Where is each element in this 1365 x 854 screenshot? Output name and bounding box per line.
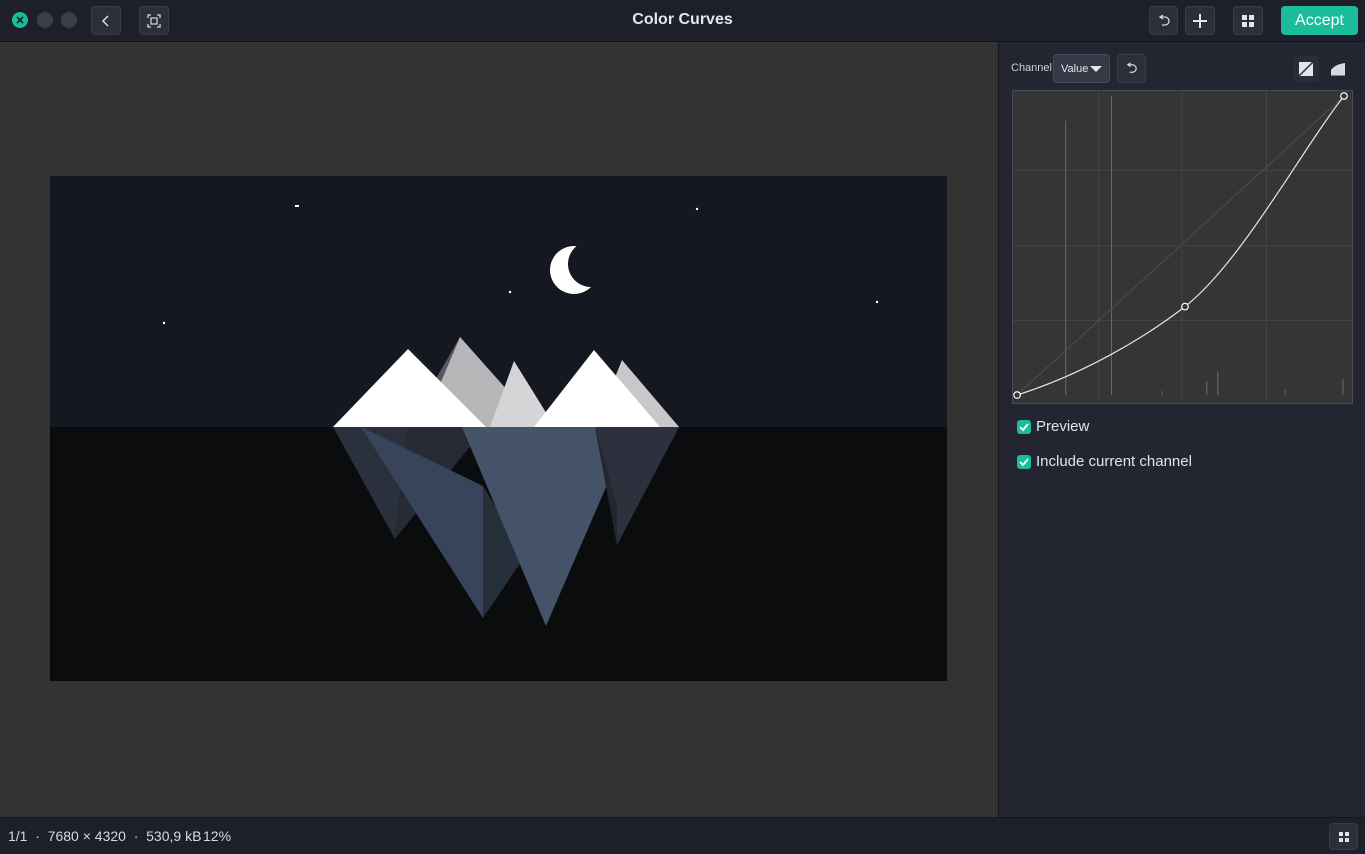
linear-curve-icon <box>1298 61 1314 77</box>
header-bar: Color Curves Accept <box>0 0 1365 42</box>
reset-curve-button[interactable] <box>1117 54 1146 83</box>
smooth-curve-icon <box>1331 63 1345 76</box>
plus-icon <box>1193 13 1207 28</box>
include-channel-label: Include current channel <box>1036 453 1192 470</box>
channel-label: Channel: <box>1011 62 1056 74</box>
channel-dropdown[interactable]: Value <box>1053 54 1110 83</box>
curve-editor[interactable] <box>1012 90 1353 404</box>
image-canvas[interactable] <box>0 42 998 817</box>
curve-point-white[interactable] <box>1340 92 1348 100</box>
preview-image <box>50 176 947 681</box>
smooth-mode-button[interactable] <box>1325 56 1351 82</box>
preview-label: Preview <box>1036 418 1090 435</box>
preview-checkbox-box[interactable] <box>1017 419 1031 434</box>
caret-down-icon <box>1090 66 1102 72</box>
channel-dropdown-value: Value <box>1061 62 1089 75</box>
check-icon <box>1019 422 1029 431</box>
status-bar: 1/1 · 7680 × 4320 · 530,9 kB 12% <box>0 817 1365 854</box>
preview-checkbox[interactable]: Preview <box>1017 418 1089 435</box>
reset-icon <box>1126 62 1137 73</box>
grid-view-button[interactable] <box>1233 6 1263 35</box>
add-button[interactable] <box>1185 6 1215 35</box>
linear-mode-button[interactable] <box>1293 56 1319 82</box>
curves-sidebar: Channel: Value Preview Include current c… <box>998 42 1365 817</box>
include-channel-checkbox-box[interactable] <box>1017 454 1031 469</box>
layout-button[interactable] <box>1329 823 1358 850</box>
undo-button[interactable] <box>1149 6 1178 35</box>
image-info: 1/1 · 7680 × 4320 · 530,9 kB <box>8 828 202 844</box>
grid-icon <box>1242 14 1254 27</box>
layout-icon <box>1338 831 1349 842</box>
curve-point-mid[interactable] <box>1181 302 1189 311</box>
undo-icon <box>1158 13 1170 26</box>
include-channel-checkbox[interactable]: Include current channel <box>1017 453 1192 470</box>
accept-button[interactable]: Accept <box>1281 6 1358 35</box>
curve-point-black[interactable] <box>1013 391 1021 399</box>
check-icon <box>1019 457 1029 466</box>
zoom-level[interactable]: 12% <box>203 828 231 844</box>
